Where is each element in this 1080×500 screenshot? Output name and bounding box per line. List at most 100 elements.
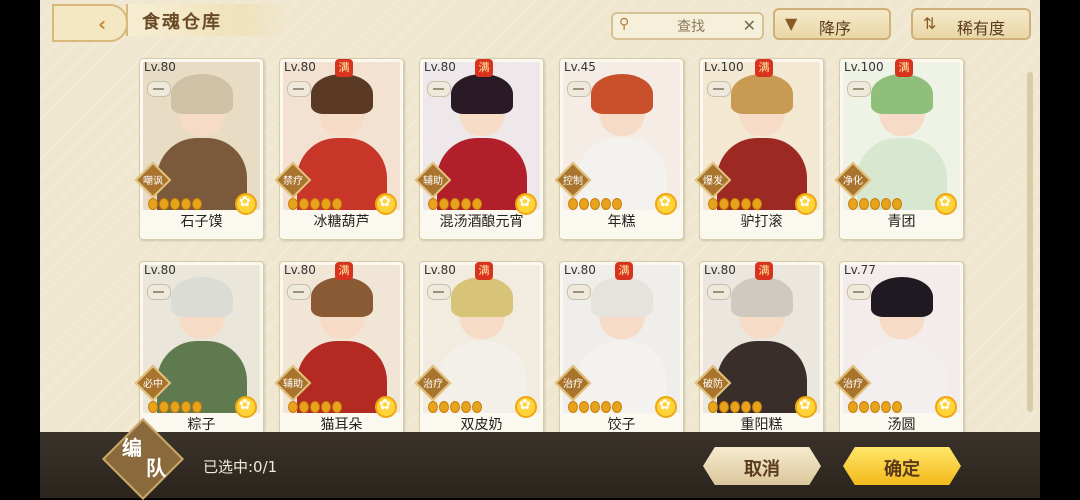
character-card[interactable]: Lv.80必中粽子 [134, 261, 264, 443]
role-label: 控制 [563, 176, 583, 187]
star-icon [752, 198, 762, 210]
search-box[interactable]: ⚲ ✕ [611, 12, 764, 40]
role-label: 破防 [703, 379, 723, 390]
character-name: 重阳糕 [740, 417, 783, 433]
star-rating [568, 398, 623, 413]
star-icon [881, 401, 891, 413]
character-card[interactable]: Lv.80 满破防重阳糕 [694, 261, 824, 443]
confirm-button[interactable]: 确定 [843, 447, 961, 485]
star-icon [299, 198, 309, 210]
portrait-hair [591, 277, 653, 317]
star-icon [332, 198, 342, 210]
star-rating [288, 195, 343, 210]
clear-icon[interactable]: ✕ [743, 16, 756, 35]
character-card[interactable]: Lv.80 满治疗饺子 [554, 261, 684, 443]
portrait-hair [731, 277, 793, 317]
star-icon [859, 198, 869, 210]
star-icon [601, 401, 611, 413]
star-icon [741, 198, 751, 210]
max-badge: 满 [475, 59, 493, 77]
level-label: Lv.80 [144, 263, 176, 277]
character-name: 驴打滚 [740, 214, 783, 230]
character-card[interactable]: Lv.80 满治疗双皮奶 [414, 261, 544, 443]
level-label: Lv.80 [284, 60, 316, 74]
back-button[interactable]: ‹ [52, 4, 128, 42]
portrait-hair [171, 277, 233, 317]
role-label: 爆发 [703, 176, 723, 187]
character-card[interactable]: Lv.77 治疗汤圆 [834, 261, 964, 443]
star-icon [321, 401, 331, 413]
character-card[interactable]: Lv.100 满爆发驴打滚 [694, 58, 824, 240]
star-icon [450, 401, 460, 413]
star-rating [428, 398, 483, 413]
portrait-hair [731, 74, 793, 114]
sort-order-button[interactable]: ▼ 降序 [773, 8, 891, 40]
star-icon [148, 401, 158, 413]
bond-icon [287, 81, 311, 97]
level-label: Lv.100 [844, 60, 884, 74]
star-icon [730, 401, 740, 413]
star-rating [848, 195, 903, 210]
level-label: Lv.80 [704, 263, 736, 277]
star-icon [568, 198, 578, 210]
star-icon [859, 401, 869, 413]
portrait-hair [871, 74, 933, 114]
bond-icon [707, 284, 731, 300]
sort-field-button[interactable]: ⇅ 稀有度 [911, 8, 1031, 40]
character-card[interactable]: Lv.80 满禁疗冰糖葫芦 [274, 58, 404, 240]
star-icon [741, 401, 751, 413]
level-label: Lv.100 [704, 60, 744, 74]
team-button[interactable]: 编 队 [101, 417, 185, 500]
star-icon [181, 401, 191, 413]
star-icon [472, 198, 482, 210]
bond-icon [847, 81, 871, 97]
star-icon [321, 198, 331, 210]
level-label: Lv.80 [424, 263, 456, 277]
portrait-hair [311, 277, 373, 317]
star-icon [601, 198, 611, 210]
selected-count: 已选中:0/1 [203, 458, 278, 476]
bond-icon [847, 284, 871, 300]
star-icon [612, 401, 622, 413]
star-icon [472, 401, 482, 413]
role-label: 必中 [143, 379, 163, 390]
search-input[interactable] [641, 16, 741, 38]
max-badge: 满 [755, 59, 773, 77]
star-icon [461, 198, 471, 210]
star-rating [148, 398, 203, 413]
scrollbar[interactable] [1027, 72, 1033, 412]
star-icon [590, 401, 600, 413]
star-icon [148, 198, 158, 210]
team-label-2: 队 [146, 456, 166, 480]
star-icon [192, 401, 202, 413]
star-icon [708, 198, 718, 210]
star-icon [579, 198, 589, 210]
cancel-button[interactable]: 取消 [703, 447, 821, 485]
star-icon [310, 401, 320, 413]
level-label: Lv.80 [424, 60, 456, 74]
character-card[interactable]: Lv.80 满辅助混汤酒酿元宵 [414, 58, 544, 240]
portrait-hair [451, 74, 513, 114]
character-card[interactable]: Lv.80 满辅助猫耳朵 [274, 261, 404, 443]
star-icon [170, 401, 180, 413]
bond-icon [427, 81, 451, 97]
character-card[interactable]: Lv.45 控制年糕 [554, 58, 684, 240]
page-title: 食魂仓库 [126, 4, 288, 36]
max-badge: 满 [895, 59, 913, 77]
portrait-hair [451, 277, 513, 317]
character-name: 汤圆 [887, 417, 916, 433]
bond-icon [567, 284, 591, 300]
level-label: Lv.80 [564, 263, 596, 277]
star-icon [848, 401, 858, 413]
sort-order-label: 降序 [819, 19, 852, 38]
star-icon [159, 401, 169, 413]
sort-field-label: 稀有度 [957, 19, 1006, 38]
star-icon [870, 198, 880, 210]
max-badge: 满 [615, 262, 633, 280]
character-card[interactable]: Lv.80 嘲讽石子馍 [134, 58, 264, 240]
character-card[interactable]: Lv.100 满净化青团 [834, 58, 964, 240]
character-name: 冰糖葫芦 [313, 214, 370, 230]
star-icon [288, 401, 298, 413]
star-icon [288, 198, 298, 210]
star-icon [590, 198, 600, 210]
